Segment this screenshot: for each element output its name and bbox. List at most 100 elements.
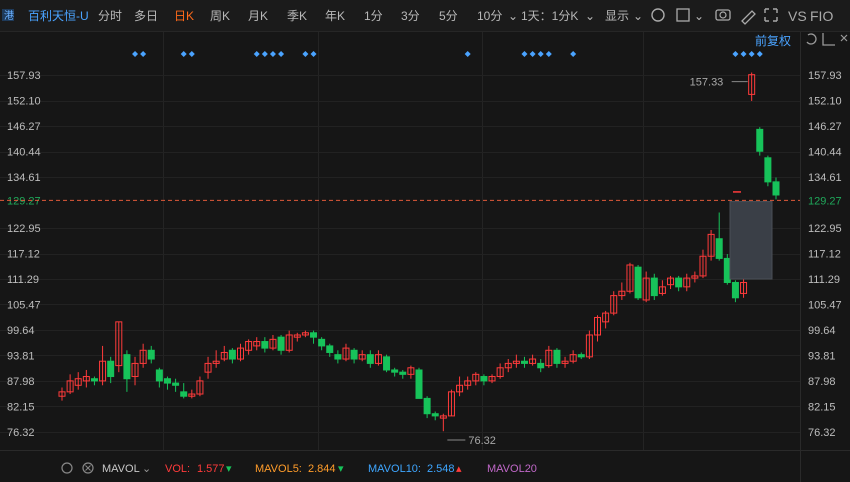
- tab-2[interactable]: 日K: [174, 9, 194, 23]
- event-marker[interactable]: [132, 51, 139, 57]
- candle-body[interactable]: [431, 413, 439, 417]
- y-tick-left: 82.15: [7, 401, 35, 413]
- fullscreen-icon[interactable]: [764, 8, 778, 22]
- candle-body[interactable]: [520, 360, 528, 364]
- tab-4[interactable]: 月K: [248, 9, 268, 23]
- chevron-down-icon[interactable]: ⌄: [142, 463, 151, 475]
- tab-1[interactable]: 多日: [134, 9, 158, 23]
- period-select[interactable]: 1天：1分K: [521, 9, 578, 23]
- tab-0[interactable]: 分时: [98, 9, 122, 23]
- chevron-down-icon[interactable]: ⌄: [508, 9, 518, 23]
- candle-body[interactable]: [90, 378, 98, 382]
- candle-body[interactable]: [334, 354, 342, 360]
- event-marker[interactable]: [310, 51, 317, 57]
- chevron-down-icon[interactable]: ⌄: [633, 9, 643, 23]
- adjust-label[interactable]: 前复权: [755, 33, 791, 48]
- tab-7[interactable]: 1分: [364, 9, 383, 23]
- checkbox-icon[interactable]: [676, 8, 690, 22]
- event-marker[interactable]: [537, 51, 544, 57]
- pencil-icon[interactable]: [741, 10, 756, 25]
- tab-8[interactable]: 3分: [401, 9, 420, 23]
- event-marker[interactable]: [188, 51, 195, 57]
- tab-10[interactable]: 10分: [477, 9, 502, 23]
- max-label: 157.33: [690, 77, 724, 89]
- event-marker[interactable]: [521, 51, 528, 57]
- candle-body[interactable]: [350, 349, 358, 360]
- event-marker[interactable]: [740, 51, 747, 57]
- candle-body[interactable]: [180, 391, 188, 397]
- event-marker[interactable]: [748, 51, 755, 57]
- y-tick-right: 146.27: [808, 121, 842, 133]
- event-marker[interactable]: [756, 51, 763, 57]
- event-marker[interactable]: [545, 51, 552, 57]
- candle-body[interactable]: [383, 356, 391, 371]
- y-tick-right: 134.61: [808, 172, 842, 184]
- candle-body[interactable]: [715, 238, 723, 259]
- undo-icon[interactable]: [806, 33, 817, 45]
- candle-body[interactable]: [399, 371, 407, 375]
- candle-body[interactable]: [723, 257, 731, 283]
- fio-button[interactable]: FIO: [810, 8, 833, 24]
- candle-body[interactable]: [764, 157, 772, 183]
- candle-body[interactable]: [107, 360, 115, 378]
- tab-3[interactable]: 周K: [210, 9, 230, 23]
- candle-body[interactable]: [675, 277, 683, 288]
- candle-body[interactable]: [310, 332, 318, 338]
- candle-body[interactable]: [163, 378, 171, 384]
- period-tabs: 分时 多日 日K 周K 月K 季K 年K 1分 3分 5分 10分 ⌄: [98, 9, 518, 23]
- candlestick-chart[interactable]: 157.93 157.93 152.10 152.10 146.27 146.27 140.…: [0, 32, 850, 482]
- candle-body[interactable]: [391, 369, 399, 373]
- event-marker[interactable]: [261, 51, 268, 57]
- event-marker[interactable]: [302, 51, 309, 57]
- event-marker[interactable]: [570, 51, 577, 57]
- event-marker[interactable]: [732, 51, 739, 57]
- candle-body[interactable]: [326, 345, 334, 353]
- candle-body[interactable]: [228, 349, 236, 360]
- candle-body[interactable]: [731, 281, 739, 299]
- candle-body[interactable]: [577, 354, 585, 358]
- candle-body[interactable]: [537, 362, 545, 369]
- collapse-icon[interactable]: [840, 34, 848, 42]
- tab-9[interactable]: 5分: [439, 9, 458, 23]
- tab-6[interactable]: 年K: [325, 9, 345, 23]
- candle-body[interactable]: [318, 338, 326, 347]
- y-tick-right: 140.44: [808, 147, 842, 159]
- event-marker[interactable]: [140, 51, 147, 57]
- event-marker[interactable]: [269, 51, 276, 57]
- axis-icon[interactable]: [822, 33, 835, 46]
- stock-title[interactable]: 百利天恒-U: [28, 9, 89, 23]
- y-tick-right: 157.93: [808, 70, 842, 82]
- y-tick-right: 76.32: [808, 427, 836, 439]
- event-marker[interactable]: [278, 51, 285, 57]
- candle-body[interactable]: [123, 354, 131, 380]
- y-tick-left: 87.98: [7, 376, 35, 388]
- min-label: 76.32: [468, 435, 496, 447]
- candle-body[interactable]: [480, 376, 488, 382]
- candle-body[interactable]: [756, 128, 764, 152]
- vs-button[interactable]: VS: [788, 8, 807, 24]
- candle-body[interactable]: [772, 181, 780, 196]
- chevron-down-icon[interactable]: ⌄: [694, 9, 704, 23]
- chevron-down-icon[interactable]: ⌄: [585, 9, 595, 23]
- y-tick-left: 122.95: [7, 223, 41, 235]
- event-marker[interactable]: [464, 51, 471, 57]
- mavol-label[interactable]: MAVOL: [102, 463, 140, 475]
- event-marker[interactable]: [253, 51, 260, 57]
- candle-body[interactable]: [147, 349, 155, 360]
- candle-body[interactable]: [423, 397, 431, 415]
- candle-body[interactable]: [261, 341, 269, 349]
- candle-body[interactable]: [415, 369, 423, 399]
- candle-body[interactable]: [366, 354, 374, 364]
- tab-5[interactable]: 季K: [287, 9, 307, 23]
- candle-body[interactable]: [277, 336, 285, 351]
- event-marker[interactable]: [529, 51, 536, 57]
- candle-body[interactable]: [634, 266, 642, 299]
- settings-icon[interactable]: [61, 462, 73, 474]
- event-marker[interactable]: [180, 51, 187, 57]
- candle-body[interactable]: [172, 382, 180, 386]
- candle-body[interactable]: [650, 277, 658, 297]
- candle-body[interactable]: [553, 349, 561, 364]
- display-button[interactable]: 显示: [605, 9, 629, 23]
- candle-body[interactable]: [155, 369, 163, 382]
- settings-icon[interactable]: [651, 8, 665, 22]
